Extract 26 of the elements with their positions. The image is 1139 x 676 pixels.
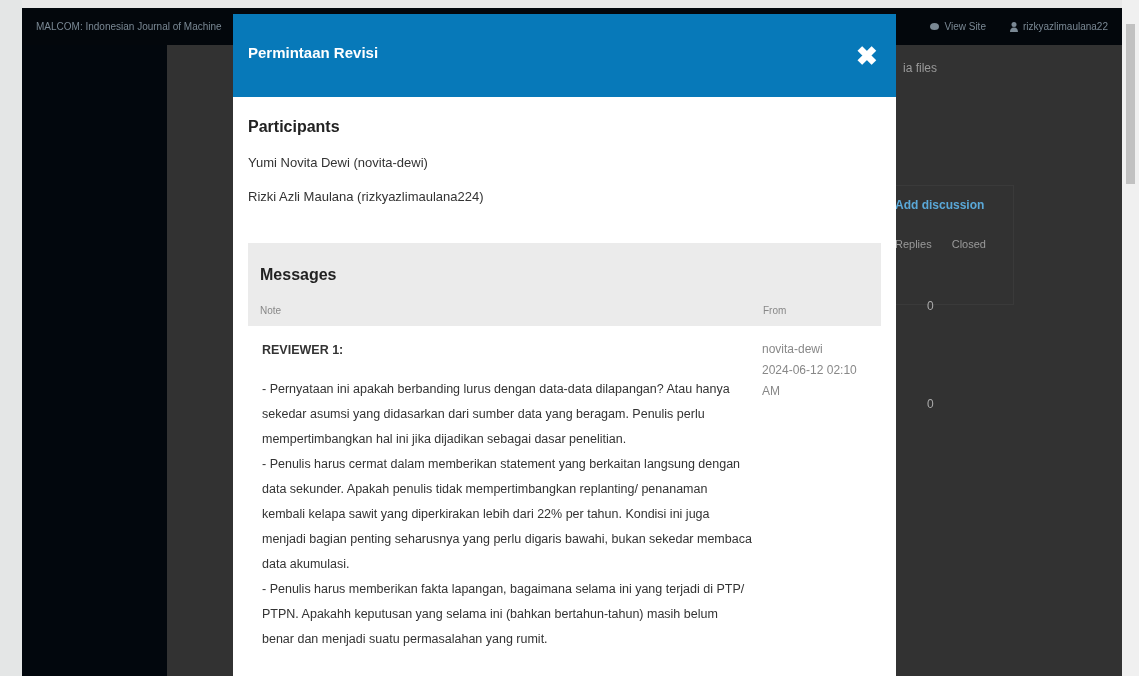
eye-icon <box>930 23 940 30</box>
message-paragraph: - Pernyataan ini apakah berbanding lurus dengan data-data dilapangan? Atau hanya sekedar asumsi yang didasarkan dari sumber data yang beragam. Penulis perlu mempertimbangkan hal ini jika dijadikan sebagai dasar penelitian. <box>262 381 731 448</box>
message-title: REVIEWER 1: <box>262 342 345 359</box>
participant-name: Rizki Azli Maulana (rizkyazlimaulana224) <box>248 187 485 206</box>
message-paragraph: - Penulis harus cermat dalam memberikan statement yang berkaitan langsung dengan data sekunder. Apakah penulis tidak mempertimbangkan replanting/ penanaman kembali kelapa sawit yang diperkirakan lebih dari 22% per tahun. Kondisi ini juga menjadi bagian penting seharusnya yang perlu digaris bawahi, bukan sekedar membaca data akumulasi. <box>262 456 752 573</box>
message-author: novita-dewi <box>762 341 824 358</box>
message-date: 2024-06-12 02:10 AM <box>762 362 858 400</box>
column-header: Replies <box>895 237 932 252</box>
user-icon <box>1009 21 1018 32</box>
scrollbar-thumb[interactable] <box>1126 24 1135 184</box>
section-heading: Participants <box>248 117 341 137</box>
participant-name: Yumi Novita Dewi (novita-dewi) <box>248 154 429 172</box>
close-button[interactable]: ✖ <box>856 42 878 69</box>
reply-count: 0 <box>927 298 934 315</box>
column-header: From <box>763 304 787 318</box>
message-paragraph: - Penulis harus memberikan fakta lapangan, bagaimana selama ini yang terjadi di PTP/ PTPN. Apakahh keputusan yang selama ini (bahkan bertahun-tahun) masih belum benar dan menjadi suatu permasalahan yang rumit. <box>262 581 746 648</box>
section-heading: Messages <box>260 265 338 285</box>
user-link[interactable]: rizkyazlimaulana22 <box>1022 19 1108 34</box>
site-title: MALCOM: Indonesian Journal of Machine <box>36 20 222 34</box>
modal-title: Permintaan Revisi <box>248 43 379 64</box>
reply-count: 0 <box>927 396 934 413</box>
add-discussion-link[interactable]: Add discussion <box>895 196 1003 214</box>
view-site-link[interactable]: View Site <box>944 19 986 34</box>
column-header: Closed <box>951 237 986 252</box>
files-text: ia files <box>903 60 937 77</box>
column-header: Note <box>260 304 283 318</box>
